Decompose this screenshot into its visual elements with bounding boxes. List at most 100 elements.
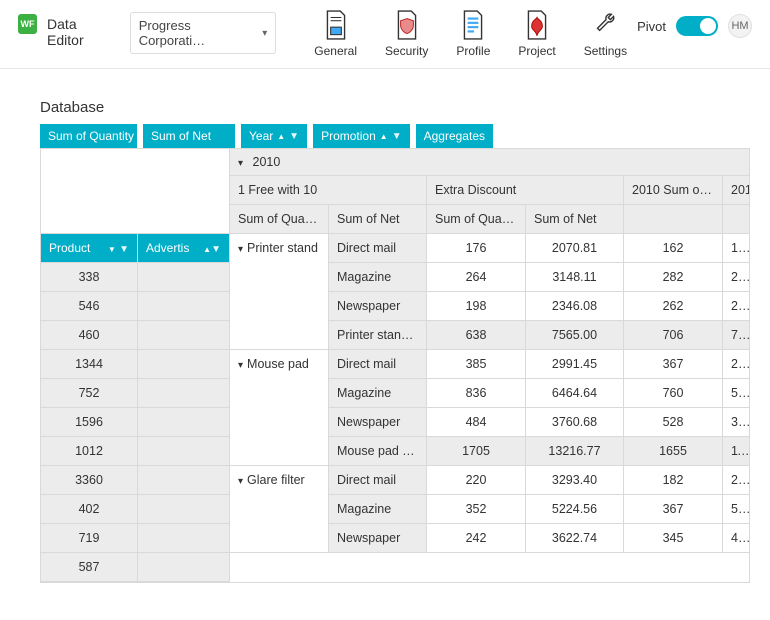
cell-n1: 3148.11 [526,263,624,292]
cell-total: 752 [41,379,138,408]
row-field-advertis-header: Advertis ▲▼ [138,234,230,263]
sort-asc-icon: ▲ [203,245,211,254]
cell-n2: 3553.44 [723,408,750,437]
adv-header[interactable]: Magazine [329,495,427,524]
cell-total: 402 [41,495,138,524]
total-n2: 7361.22 [723,321,750,350]
toolbar-general-button[interactable]: General [314,10,357,58]
field-chip-row-top: Sum of Quantity Sum of Net Year ▲ ▼ Prom… [40,124,750,148]
filter-icon: ▼ [392,131,402,142]
cell-n2: 2716.94 [723,292,750,321]
chip-aggregates[interactable]: Aggregates [416,124,493,148]
col-header-next-year[interactable]: 201 [723,176,750,205]
toolbar-profile-label: Profile [456,44,490,58]
cell-q2: 367 [624,495,723,524]
adv-header[interactable]: Magazine [329,263,427,292]
chip-promotion[interactable]: Promotion ▲ ▼ [313,124,410,148]
total-n2: 11138.15 [723,437,750,466]
profile-icon [459,10,487,40]
cell-total: 338 [41,263,138,292]
toolbar-settings-button[interactable]: Settings [584,10,627,58]
cell-q2: 528 [624,408,723,437]
toolbar-settings-label: Settings [584,44,627,58]
year-group-header[interactable]: ▾ 2010 [230,149,750,176]
content: Database Sum of Quantity Sum of Net Year… [0,69,770,583]
cell-n2: 1679.94 [723,234,750,263]
filter-icon: ▼ [119,244,129,255]
adv-header[interactable]: Newspaper [329,524,427,553]
adv-header[interactable]: Magazine [329,379,427,408]
cell-total: 460 [41,321,138,350]
total-t: 3360 [41,466,138,495]
cell-n1: 3293.40 [526,466,624,495]
wrench-icon [591,10,619,40]
product-header[interactable]: ▾Mouse pad [230,350,329,466]
col-sub-sumq-2[interactable]: Sum of Quantity [427,205,526,234]
sort-asc-icon: ▲ [380,132,388,141]
document-icon [322,10,350,40]
toolbar: General Security Profile Proj [314,10,627,58]
product-header[interactable]: ▾ Glare filter [230,466,329,553]
cell-next [138,379,230,408]
company-selected-value: Progress Corporati… [139,18,255,48]
cell-q1: 484 [427,408,526,437]
chip-year[interactable]: Year ▲ ▼ [241,124,307,148]
chevron-down-icon: ▾ [238,244,243,255]
adv-header[interactable]: Newspaper [329,292,427,321]
total-q2: 706 [624,321,723,350]
cell-n1: 2991.45 [526,350,624,379]
adv-header[interactable]: Direct mail [329,466,427,495]
cell-q2: 282 [624,263,723,292]
col-header-promo2[interactable]: Extra Discount [427,176,624,205]
pivot-grid-container: ▾ 2010 1 Free with 10 Extra Discount 201… [40,148,750,583]
col-header-year-total[interactable]: 2010 Sum of Qua [624,176,723,205]
avatar[interactable]: HM [728,14,752,38]
company-dropdown[interactable]: Progress Corporati… ▾ [130,12,277,54]
cell-total: 546 [41,292,138,321]
filter-icon: ▼ [289,131,299,142]
cell-total: 587 [41,553,138,582]
cell-next [138,524,230,553]
product-total-label: Printer stand Total [329,321,427,350]
adv-header[interactable]: Direct mail [329,234,427,263]
app-header: WF Data Editor Progress Corporati… ▾ Gen… [0,0,770,69]
total-q2: 1655 [624,437,723,466]
row-field-product-header: Product ▼ ▼ [41,234,138,263]
cell-n2: 2964.34 [723,263,750,292]
cell-n1: 3760.68 [526,408,624,437]
chip-advertis[interactable]: Advertis ▲▼ [138,234,229,262]
col-sub-sumq-1[interactable]: Sum of Quantity [230,205,329,234]
cell-next [138,292,230,321]
chevron-down-icon: ▾ [238,476,243,487]
toolbar-profile-button[interactable]: Profile [456,10,490,58]
cell-next [138,321,230,350]
pivot-toggle[interactable] [676,16,718,36]
chip-sum-quantity[interactable]: Sum of Quantity [40,124,137,148]
total-n1: 13216.77 [526,437,624,466]
cell-n1: 2346.08 [526,292,624,321]
product-name: Glare filter [247,473,305,487]
toolbar-general-label: General [314,44,357,58]
cell-q1: 836 [427,379,526,408]
security-icon [393,10,421,40]
cell-q1: 242 [427,524,526,553]
toolbar-project-button[interactable]: Project [518,10,555,58]
cell-q2: 760 [624,379,723,408]
col-sub-sumn-2[interactable]: Sum of Net [526,205,624,234]
cell-q1: 264 [427,263,526,292]
chip-product[interactable]: Product ▼ ▼ [41,234,137,262]
adv-header[interactable]: Newspaper [329,408,427,437]
col-sub-sumn-1[interactable]: Sum of Net [329,205,427,234]
cell-q1: 176 [427,234,526,263]
cell-q2: 367 [624,350,723,379]
chip-sum-net[interactable]: Sum of Net [143,124,235,148]
col-sub-total-blank [624,205,723,234]
col-header-promo1[interactable]: 1 Free with 10 [230,176,427,205]
cell-next [138,263,230,292]
adv-header[interactable]: Direct mail [329,350,427,379]
cell-next [138,408,230,437]
cell-n2: 4474.65 [723,524,750,553]
cell-next [138,495,230,524]
product-header[interactable]: ▾Printer stand [230,234,329,350]
toolbar-security-button[interactable]: Security [385,10,428,58]
